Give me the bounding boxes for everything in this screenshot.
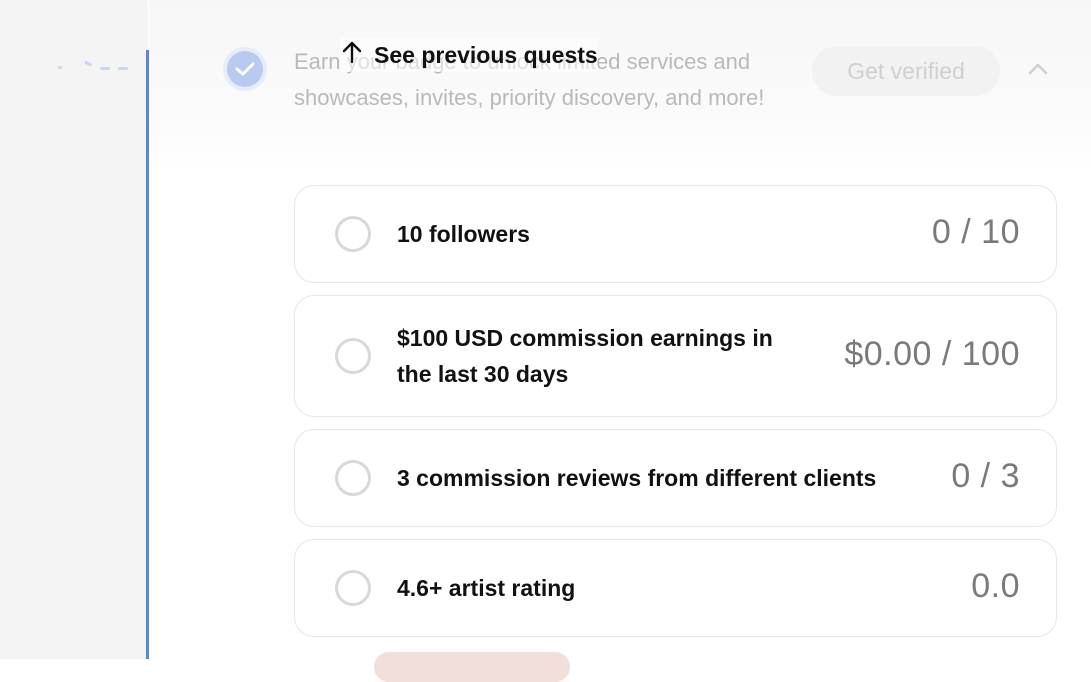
quest-label: $100 USD commission earnings in the last… xyxy=(397,325,773,387)
empty-circle-icon xyxy=(335,460,371,496)
quest-item: $100 USD commission earnings in the last… xyxy=(294,295,1057,417)
see-previous-quests-label: See previous quests xyxy=(374,41,598,68)
empty-circle-icon xyxy=(335,216,371,252)
get-verified-button[interactable]: Get verified xyxy=(812,46,1000,96)
quest-progress: 0 / 10 xyxy=(931,213,1020,251)
quest-label: 10 followers xyxy=(397,221,530,247)
empty-circle-icon xyxy=(335,338,371,374)
see-previous-quests-button[interactable]: See previous quests xyxy=(340,38,598,72)
empty-circle-icon xyxy=(335,570,371,606)
quest-progress: 0 / 3 xyxy=(951,457,1020,495)
quest-item: 4.6+ artist rating 0.0 xyxy=(294,539,1057,637)
chevron-up-icon[interactable] xyxy=(1026,58,1050,80)
arrow-up-icon xyxy=(340,39,364,71)
quest-item: 10 followers 0 / 10 xyxy=(294,185,1057,283)
quest-progress: $0.00 / 100 xyxy=(844,335,1020,373)
bottom-action-button[interactable] xyxy=(374,652,570,682)
quest-label: 3 commission reviews from different clie… xyxy=(397,465,877,491)
rail-decoration xyxy=(56,60,136,74)
left-rail xyxy=(0,0,148,659)
quest-label: 4.6+ artist rating xyxy=(397,575,576,601)
quest-item: 3 commission reviews from different clie… xyxy=(294,429,1057,527)
quest-progress: 0.0 xyxy=(971,567,1020,605)
check-badge-icon xyxy=(223,47,267,91)
